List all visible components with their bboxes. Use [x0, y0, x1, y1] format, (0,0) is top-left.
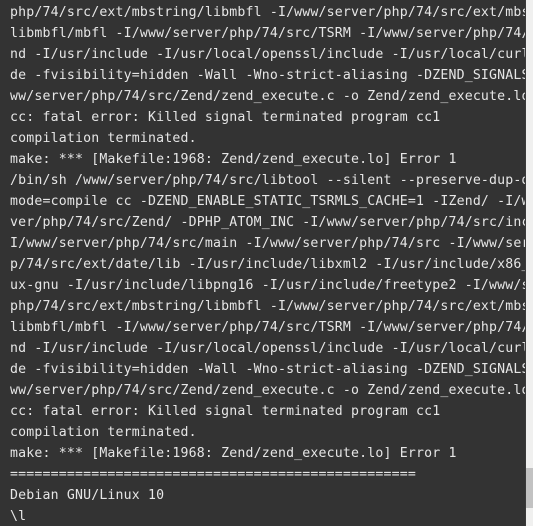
terminal-line: php/74/src/ext/mbstring/libmbfl -I/www/s… — [10, 299, 525, 314]
terminal-line: ww/server/php/74/src/Zend/zend_execute.c… — [10, 383, 525, 398]
terminal-line: compilation terminated. — [10, 131, 197, 146]
terminal-line: nd -I/usr/include -I/usr/local/openssl/i… — [10, 341, 525, 356]
terminal-line: cc: fatal error: Killed signal terminate… — [10, 404, 441, 419]
terminal-line: libmbfl/mbfl -I/www/server/php/74/src/TS… — [10, 26, 525, 41]
terminal-line: \l — [10, 509, 27, 524]
terminal-line: Debian GNU/Linux 10 — [10, 488, 165, 503]
terminal-line: make: *** [Makefile:1968: Zend/zend_exec… — [10, 152, 457, 167]
terminal-line: I/www/server/php/74/src/main -I/www/serv… — [10, 236, 525, 251]
terminal-line: cc: fatal error: Killed signal terminate… — [10, 110, 441, 125]
terminal-line: ========================================… — [10, 467, 416, 482]
terminal-line: /bin/sh /www/server/php/74/src/libtool -… — [10, 173, 525, 188]
terminal-line: ver/php/74/src/Zend/ -DPHP_ATOM_INC -I/w… — [10, 215, 525, 230]
terminal-window: php/74/src/ext/mbstring/libmbfl -I/www/s… — [0, 0, 533, 526]
terminal-line: de -fvisibility=hidden -Wall -Wno-strict… — [10, 68, 525, 83]
vertical-scrollbar[interactable] — [525, 0, 533, 526]
terminal-line: make: *** [Makefile:1968: Zend/zend_exec… — [10, 446, 457, 461]
terminal-line: p/74/src/ext/date/lib -I/usr/include/lib… — [10, 257, 525, 272]
terminal-line: php/74/src/ext/mbstring/libmbfl -I/www/s… — [10, 5, 525, 20]
terminal-line: mode=compile cc -DZEND_ENABLE_STATIC_TSR… — [10, 194, 525, 209]
terminal-line: nd -I/usr/include -I/usr/local/openssl/i… — [10, 47, 525, 62]
terminal-line: compilation terminated. — [10, 425, 197, 440]
terminal-line: de -fvisibility=hidden -Wall -Wno-strict… — [10, 362, 525, 377]
terminal-line: ux-gnu -I/usr/include/libpng16 -I/usr/in… — [10, 278, 525, 293]
terminal-line: ww/server/php/74/src/Zend/zend_execute.c… — [10, 89, 525, 104]
terminal-line: libmbfl/mbfl -I/www/server/php/74/src/TS… — [10, 320, 525, 335]
terminal-output-log[interactable]: php/74/src/ext/mbstring/libmbfl -I/www/s… — [0, 0, 525, 526]
vertical-scrollbar-thumb[interactable] — [526, 468, 533, 508]
